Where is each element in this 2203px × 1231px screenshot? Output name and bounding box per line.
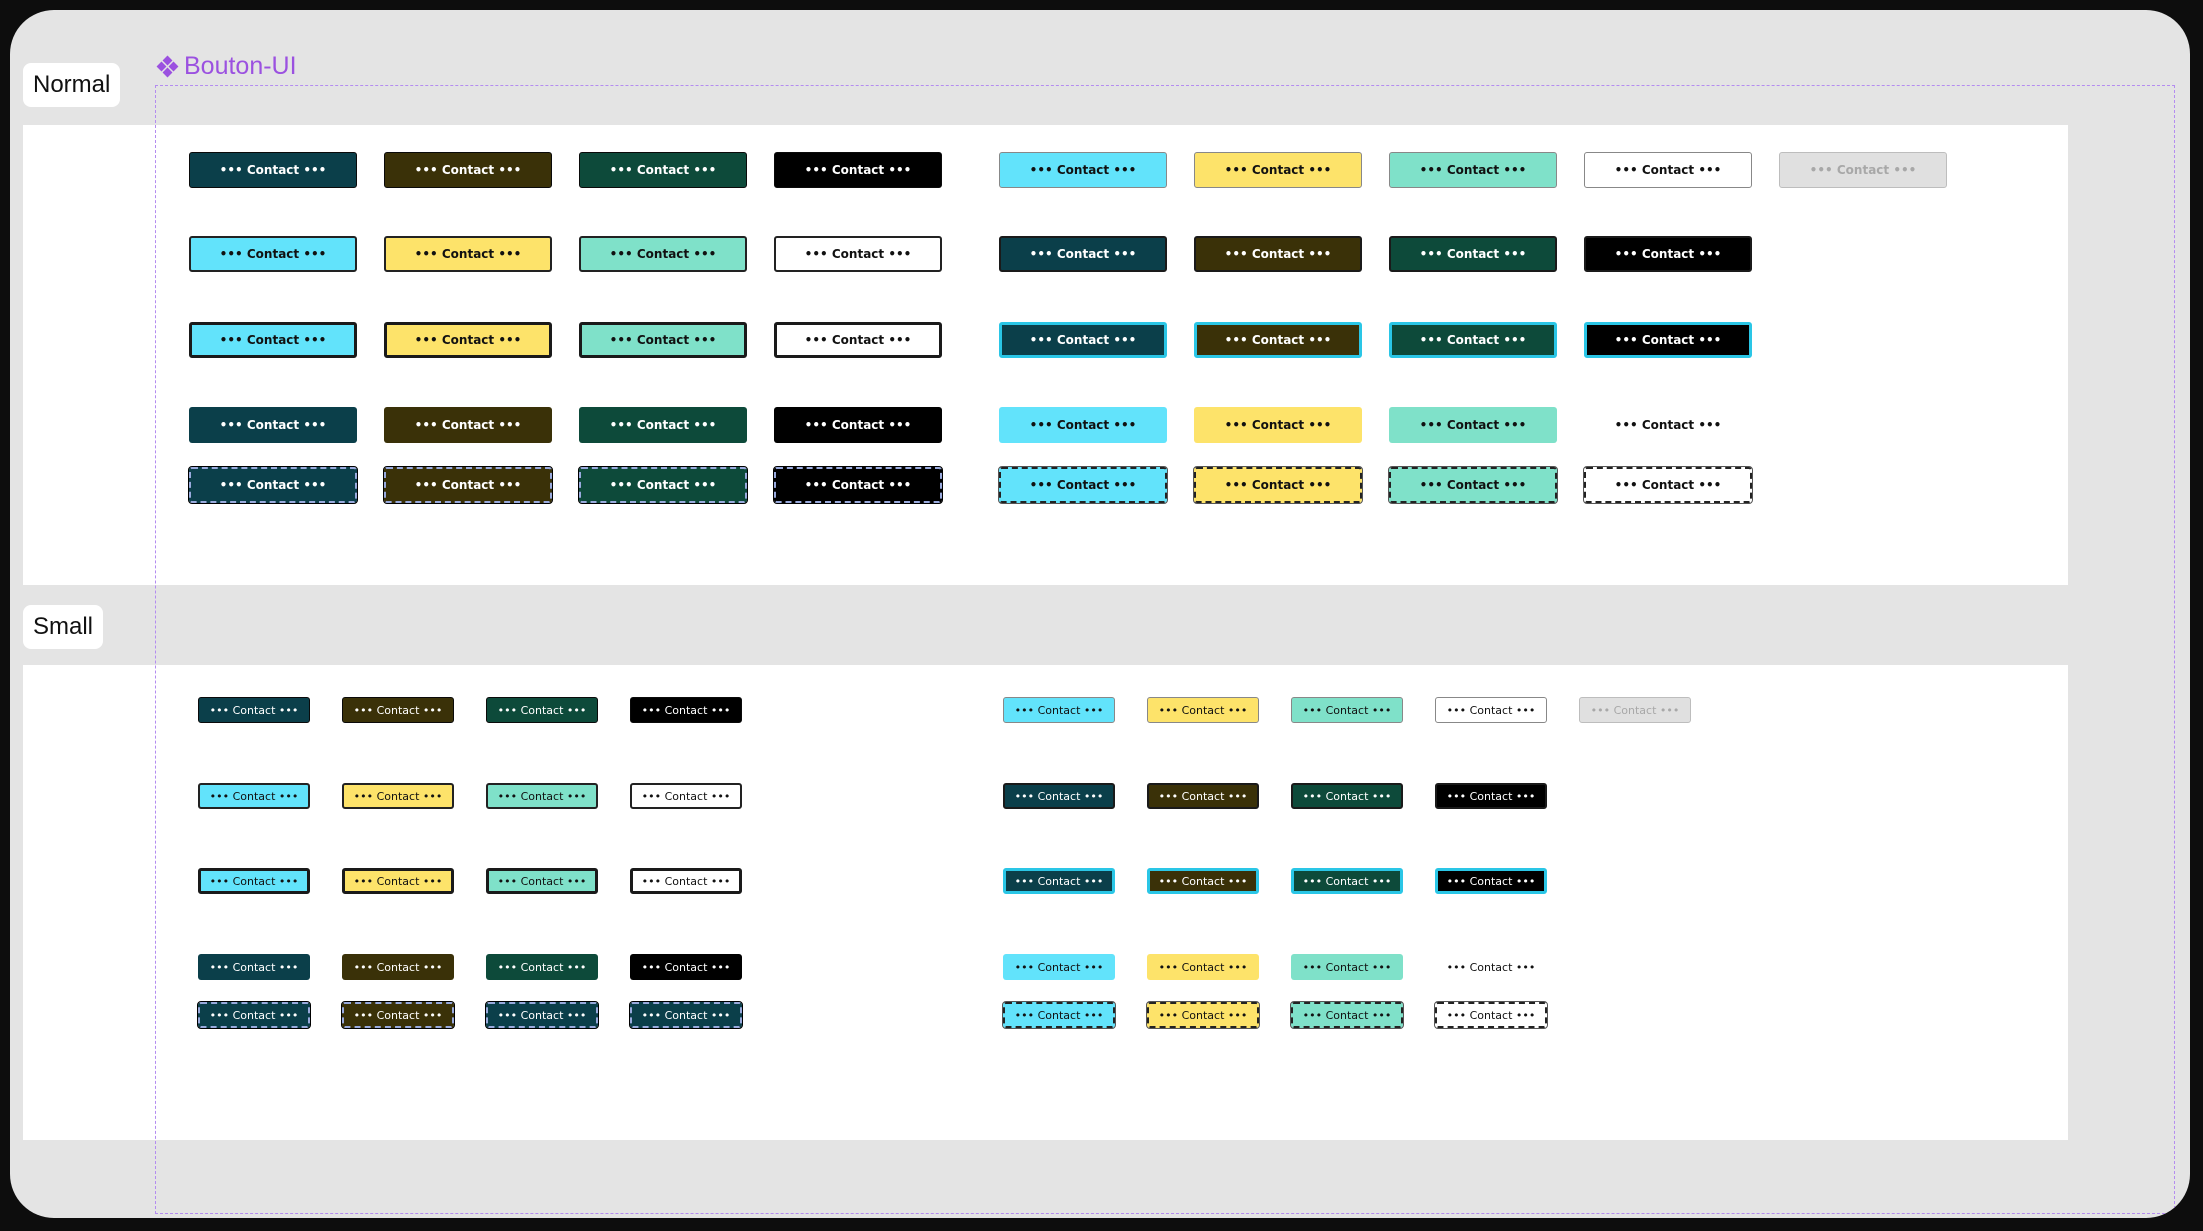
normal-contact-button-teal-dark[interactable]: ••• Contact ••• xyxy=(189,152,357,188)
normal-contact-button-black[interactable]: ••• Contact ••• xyxy=(1584,322,1752,358)
device-frame: Bouton-UI Normal ••• Contact ••• ••• Cont… xyxy=(0,0,2203,1231)
normal-contact-button-white[interactable]: ••• Contact ••• xyxy=(774,322,942,358)
component-frame-name: Bouton-UI xyxy=(184,52,297,80)
normal-contact-button-green-dark[interactable]: ••• Contact ••• xyxy=(579,407,747,443)
normal-contact-button-green-dark[interactable]: ••• Contact ••• xyxy=(578,466,748,504)
normal-contact-button-white[interactable]: ••• Contact ••• xyxy=(1583,466,1753,504)
small-contact-button-white[interactable]: ••• Contact ••• xyxy=(1435,697,1547,723)
small-contact-button-yellow[interactable]: ••• Contact ••• xyxy=(1147,954,1259,980)
small-contact-button-white[interactable]: ••• Contact ••• xyxy=(630,783,742,809)
normal-contact-button-black[interactable]: ••• Contact ••• xyxy=(774,152,942,188)
normal-contact-button-yellow[interactable]: ••• Contact ••• xyxy=(1193,466,1363,504)
small-contact-button-teal-dark[interactable]: ••• Contact ••• xyxy=(485,1001,599,1029)
normal-contact-button-disabled[interactable]: ••• Contact ••• xyxy=(1779,152,1947,188)
small-contact-button-mint[interactable]: ••• Contact ••• xyxy=(486,783,598,809)
small-contact-button-yellow[interactable]: ••• Contact ••• xyxy=(1146,1001,1260,1029)
normal-contact-button-cyan[interactable]: ••• Contact ••• xyxy=(999,152,1167,188)
normal-contact-button-teal-dark[interactable]: ••• Contact ••• xyxy=(188,466,358,504)
small-contact-button-olive-dark[interactable]: ••• Contact ••• xyxy=(342,954,454,980)
normal-contact-button-white[interactable]: ••• Contact ••• xyxy=(1584,407,1752,443)
normal-contact-button-cyan[interactable]: ••• Contact ••• xyxy=(189,322,357,358)
canvas: Bouton-UI Normal ••• Contact ••• ••• Cont… xyxy=(10,10,2190,1218)
small-contact-button-black[interactable]: ••• Contact ••• xyxy=(630,954,742,980)
normal-contact-button-black[interactable]: ••• Contact ••• xyxy=(774,407,942,443)
small-contact-button-teal-dark[interactable]: ••• Contact ••• xyxy=(198,697,310,723)
normal-contact-button-olive-dark[interactable]: ••• Contact ••• xyxy=(1194,322,1362,358)
small-contact-button-disabled[interactable]: ••• Contact ••• xyxy=(1579,697,1691,723)
component-icon xyxy=(156,55,179,77)
normal-contact-button-black[interactable]: ••• Contact ••• xyxy=(773,466,943,504)
small-contact-button-teal-dark[interactable]: ••• Contact ••• xyxy=(629,1001,743,1029)
small-contact-button-mint[interactable]: ••• Contact ••• xyxy=(486,868,598,894)
normal-contact-button-black[interactable]: ••• Contact ••• xyxy=(1584,236,1752,272)
normal-contact-button-yellow[interactable]: ••• Contact ••• xyxy=(384,236,552,272)
small-contact-button-olive-dark[interactable]: ••• Contact ••• xyxy=(342,697,454,723)
normal-contact-button-green-dark[interactable]: ••• Contact ••• xyxy=(579,152,747,188)
normal-contact-button-teal-dark[interactable]: ••• Contact ••• xyxy=(999,236,1167,272)
small-contact-button-teal-dark[interactable]: ••• Contact ••• xyxy=(1003,783,1115,809)
section-label-small: Small xyxy=(23,605,104,649)
normal-contact-button-mint[interactable]: ••• Contact ••• xyxy=(1389,152,1557,188)
normal-contact-button-olive-dark[interactable]: ••• Contact ••• xyxy=(1194,236,1362,272)
small-contact-button-olive-dark[interactable]: ••• Contact ••• xyxy=(341,1001,455,1029)
small-contact-button-cyan[interactable]: ••• Contact ••• xyxy=(198,783,310,809)
small-contact-button-mint[interactable]: ••• Contact ••• xyxy=(1291,954,1403,980)
small-contact-button-yellow[interactable]: ••• Contact ••• xyxy=(342,868,454,894)
small-contact-button-black[interactable]: ••• Contact ••• xyxy=(1435,783,1547,809)
small-contact-button-cyan[interactable]: ••• Contact ••• xyxy=(1003,954,1115,980)
small-contact-button-black[interactable]: ••• Contact ••• xyxy=(1435,868,1547,894)
small-contact-button-white[interactable]: ••• Contact ••• xyxy=(630,868,742,894)
normal-contact-button-mint[interactable]: ••• Contact ••• xyxy=(579,322,747,358)
normal-contact-button-yellow[interactable]: ••• Contact ••• xyxy=(1194,152,1362,188)
component-frame-title[interactable]: Bouton-UI xyxy=(156,52,297,81)
normal-contact-button-white[interactable]: ••• Contact ••• xyxy=(1584,152,1752,188)
normal-contact-button-green-dark[interactable]: ••• Contact ••• xyxy=(1389,322,1557,358)
normal-contact-button-teal-dark[interactable]: ••• Contact ••• xyxy=(189,407,357,443)
small-contact-button-teal-dark[interactable]: ••• Contact ••• xyxy=(198,954,310,980)
small-contact-button-green-dark[interactable]: ••• Contact ••• xyxy=(486,697,598,723)
normal-contact-button-cyan[interactable]: ••• Contact ••• xyxy=(999,407,1167,443)
small-contact-button-olive-dark[interactable]: ••• Contact ••• xyxy=(1147,783,1259,809)
normal-panel: ••• Contact ••• ••• Contact ••• ••• Contac… xyxy=(23,125,2068,585)
small-contact-button-cyan[interactable]: ••• Contact ••• xyxy=(1003,697,1115,723)
small-contact-button-cyan[interactable]: ••• Contact ••• xyxy=(1002,1001,1116,1029)
normal-contact-button-green-dark[interactable]: ••• Contact ••• xyxy=(1389,236,1557,272)
small-contact-button-white[interactable]: ••• Contact ••• xyxy=(1435,954,1547,980)
small-contact-button-white[interactable]: ••• Contact ••• xyxy=(1434,1001,1548,1029)
small-contact-button-mint[interactable]: ••• Contact ••• xyxy=(1290,1001,1404,1029)
section-label-normal: Normal xyxy=(23,63,121,107)
small-contact-button-green-dark[interactable]: ••• Contact ••• xyxy=(1291,783,1403,809)
small-contact-button-black[interactable]: ••• Contact ••• xyxy=(630,697,742,723)
small-contact-button-green-dark[interactable]: ••• Contact ••• xyxy=(486,954,598,980)
normal-contact-button-cyan[interactable]: ••• Contact ••• xyxy=(998,466,1168,504)
normal-contact-button-olive-dark[interactable]: ••• Contact ••• xyxy=(384,152,552,188)
small-contact-button-cyan[interactable]: ••• Contact ••• xyxy=(198,868,310,894)
small-contact-button-teal-dark[interactable]: ••• Contact ••• xyxy=(197,1001,311,1029)
normal-contact-button-yellow[interactable]: ••• Contact ••• xyxy=(1194,407,1362,443)
small-panel: ••• Contact ••• ••• Contact ••• ••• Contac… xyxy=(23,665,2068,1140)
normal-contact-button-mint[interactable]: ••• Contact ••• xyxy=(1389,407,1557,443)
normal-contact-button-yellow[interactable]: ••• Contact ••• xyxy=(384,322,552,358)
normal-contact-button-mint[interactable]: ••• Contact ••• xyxy=(1388,466,1558,504)
small-contact-button-yellow[interactable]: ••• Contact ••• xyxy=(1147,697,1259,723)
small-contact-button-green-dark[interactable]: ••• Contact ••• xyxy=(1291,868,1403,894)
small-contact-button-teal-dark[interactable]: ••• Contact ••• xyxy=(1003,868,1115,894)
normal-contact-button-mint[interactable]: ••• Contact ••• xyxy=(579,236,747,272)
small-contact-button-yellow[interactable]: ••• Contact ••• xyxy=(342,783,454,809)
small-contact-button-mint[interactable]: ••• Contact ••• xyxy=(1291,697,1403,723)
normal-contact-button-white[interactable]: ••• Contact ••• xyxy=(774,236,942,272)
normal-contact-button-olive-dark[interactable]: ••• Contact ••• xyxy=(384,407,552,443)
normal-contact-button-cyan[interactable]: ••• Contact ••• xyxy=(189,236,357,272)
small-contact-button-olive-dark[interactable]: ••• Contact ••• xyxy=(1147,868,1259,894)
normal-contact-button-olive-dark[interactable]: ••• Contact ••• xyxy=(383,466,553,504)
normal-contact-button-teal-dark[interactable]: ••• Contact ••• xyxy=(999,322,1167,358)
